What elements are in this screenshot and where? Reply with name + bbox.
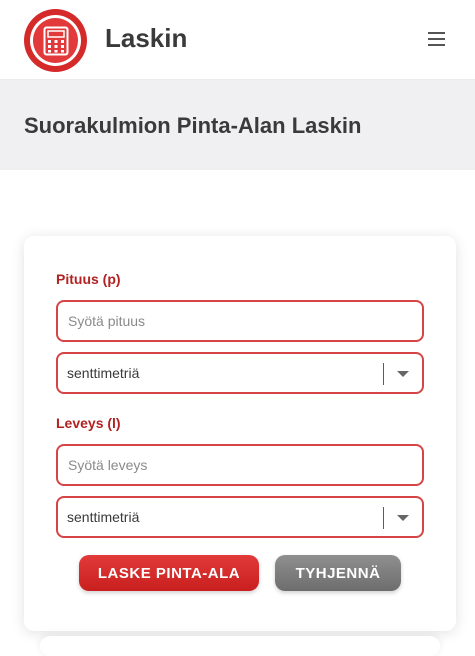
hamburger-menu-icon[interactable] <box>428 32 446 48</box>
width-input[interactable] <box>56 444 424 486</box>
length-input[interactable] <box>56 300 424 342</box>
chevron-down-icon[interactable] <box>397 371 409 377</box>
chevron-down-icon[interactable] <box>397 515 409 521</box>
site-title[interactable]: Laskin <box>105 23 187 54</box>
width-unit-select[interactable]: senttimetriä <box>56 496 424 538</box>
site-header: Laskin <box>0 0 475 80</box>
calculate-button[interactable]: LASKE PINTA-ALA <box>79 555 259 591</box>
clear-button[interactable]: TYHJENNÄ <box>275 555 401 591</box>
calculator-glyph <box>43 26 68 55</box>
calculator-icon[interactable] <box>24 9 87 72</box>
length-unit-select[interactable]: senttimetriä <box>56 352 424 394</box>
width-label: Leveys (l) <box>56 415 121 431</box>
length-unit-value: senttimetriä <box>67 365 140 381</box>
select-divider <box>383 507 384 529</box>
length-label: Pituus (p) <box>56 271 121 287</box>
select-divider <box>383 363 384 385</box>
result-card <box>40 636 440 656</box>
width-unit-value: senttimetriä <box>67 509 140 525</box>
page-title: Suorakulmion Pinta-Alan Laskin <box>24 113 362 138</box>
